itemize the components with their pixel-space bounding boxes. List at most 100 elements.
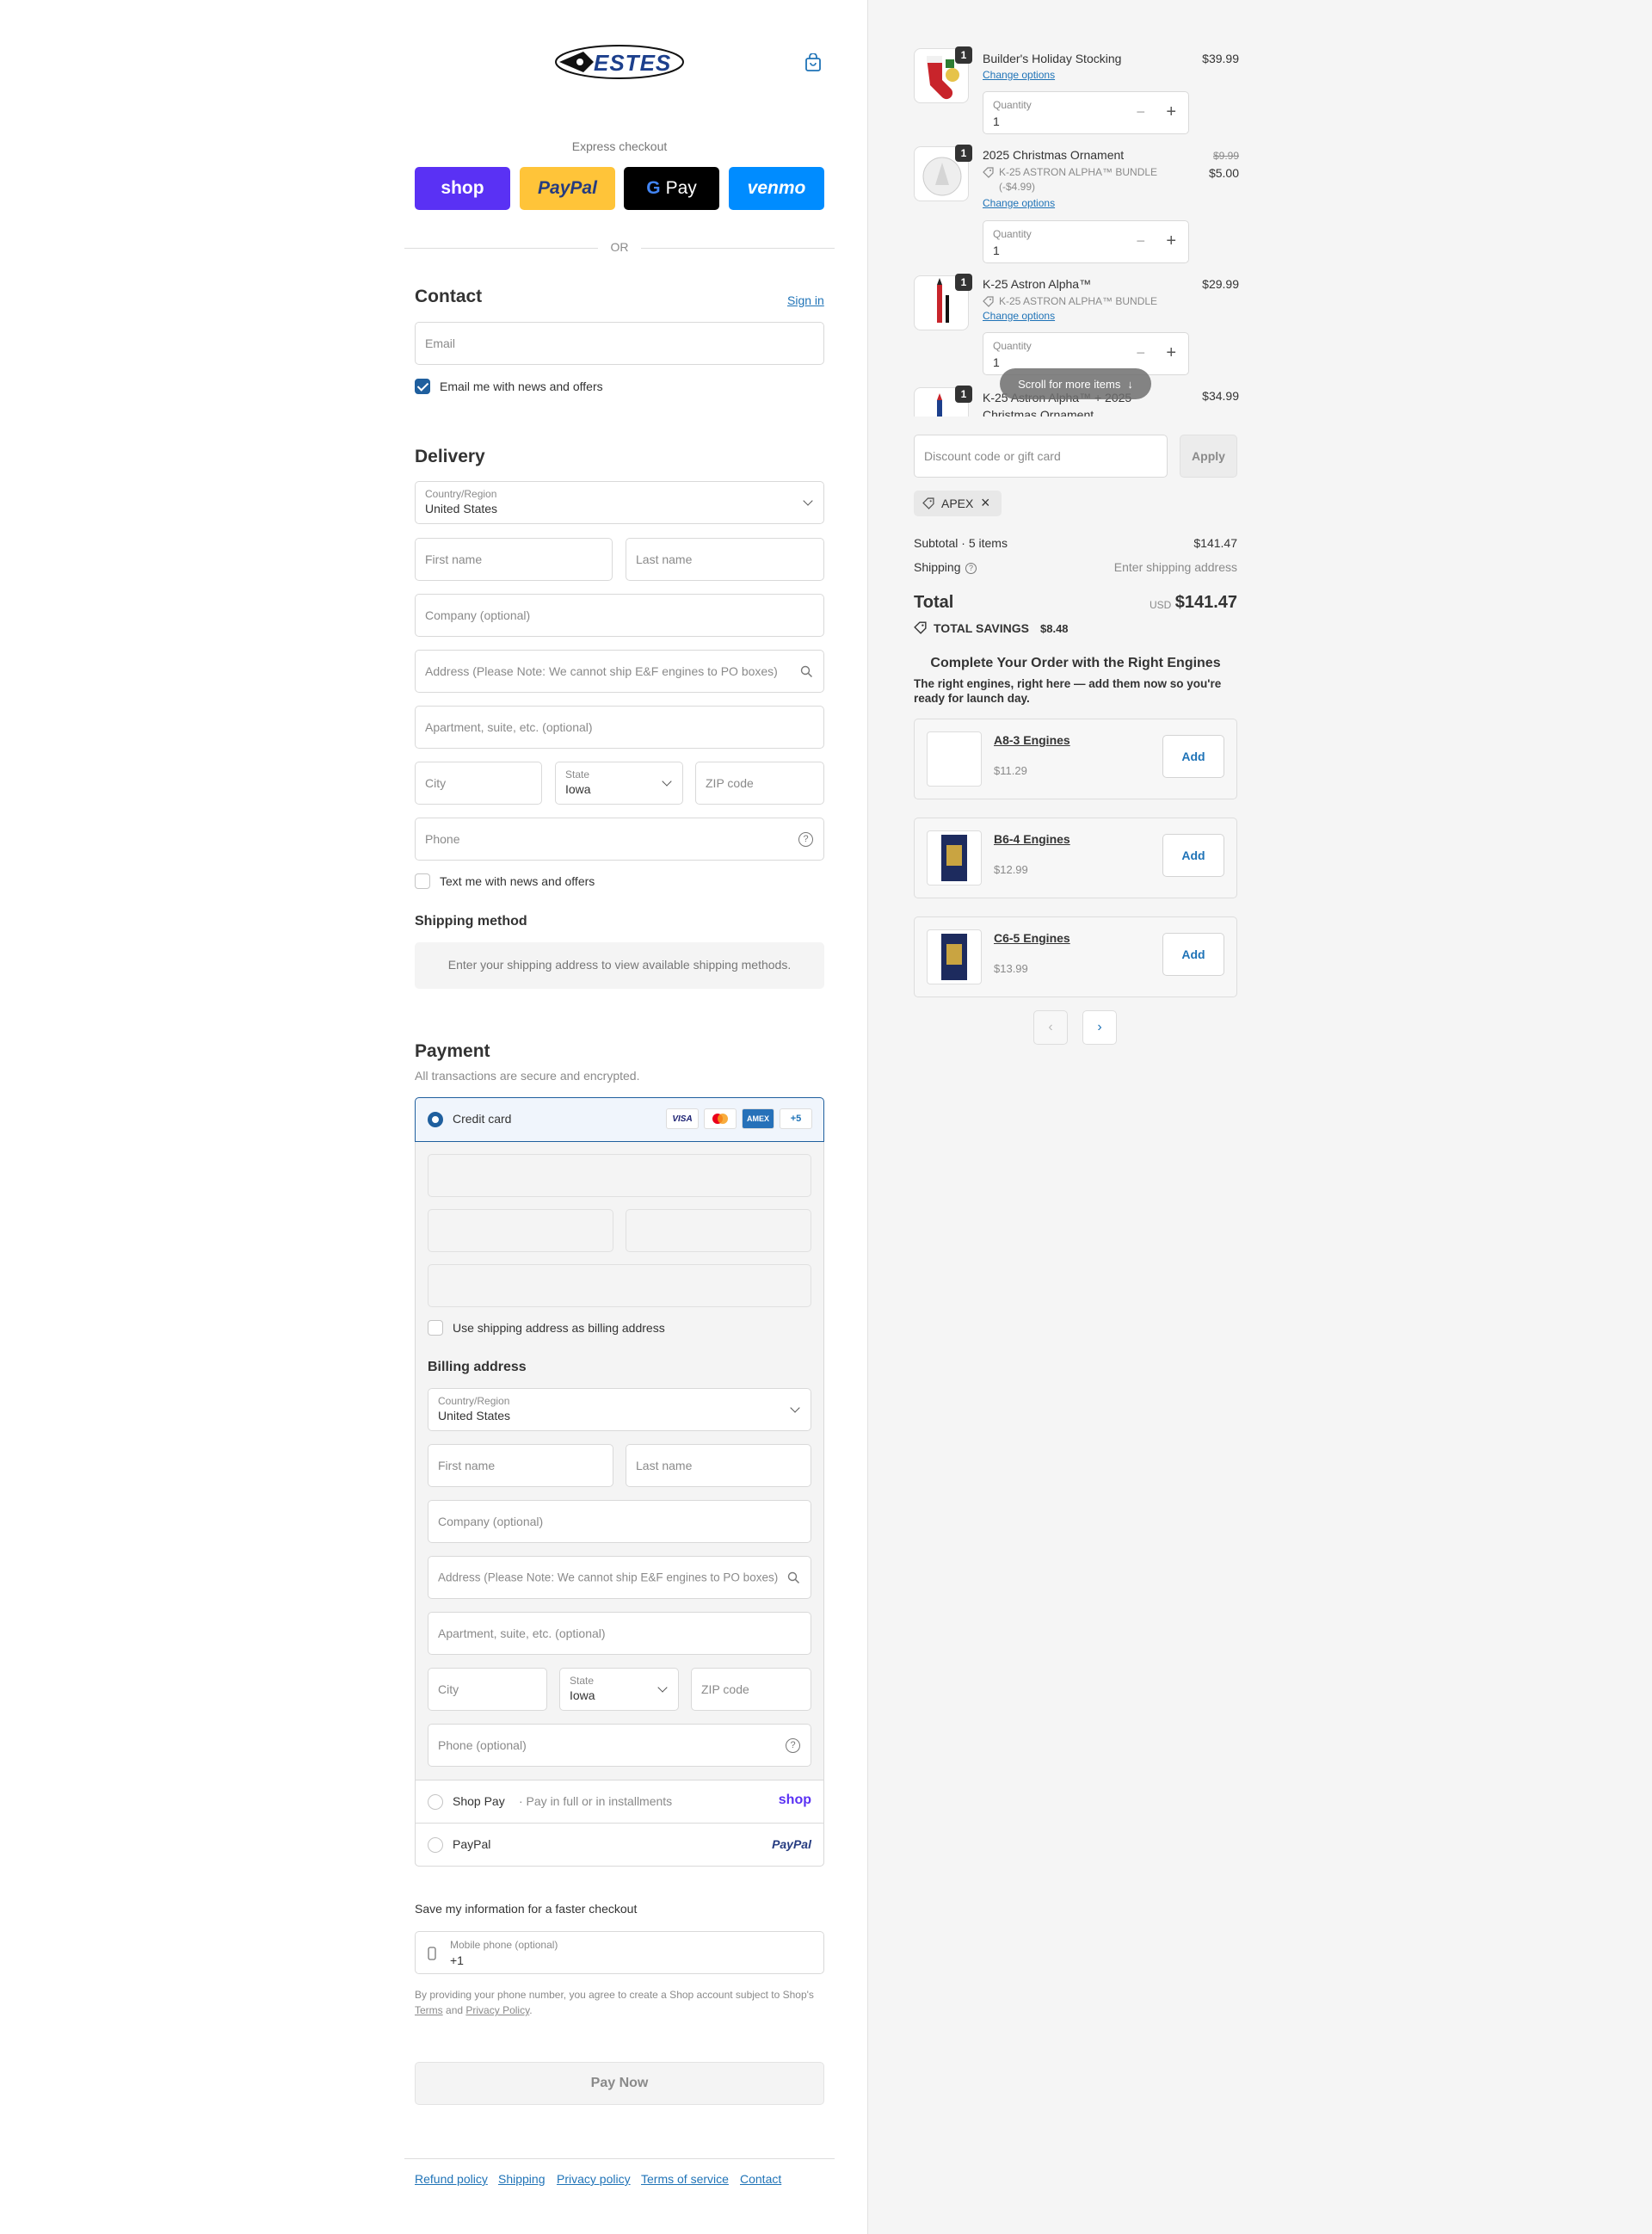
- plus-icon[interactable]: +: [1166, 231, 1176, 251]
- privacy-policy-link[interactable]: Privacy Policy: [465, 2004, 529, 2016]
- carousel-next-button[interactable]: ›: [1082, 1010, 1117, 1045]
- change-options-link[interactable]: Change options: [983, 69, 1055, 81]
- company-field[interactable]: Company (optional): [415, 594, 824, 637]
- plus-icon[interactable]: +: [1166, 343, 1176, 363]
- add-upsell-button[interactable]: Add: [1162, 735, 1224, 778]
- paypal-button[interactable]: PayPal: [520, 167, 615, 210]
- address-field[interactable]: Address (Please Note: We cannot ship E&F…: [415, 650, 824, 693]
- shipping-policy-link[interactable]: Shipping: [498, 2172, 546, 2186]
- billing-apartment-field[interactable]: Apartment, suite, etc. (optional): [428, 1612, 811, 1655]
- add-upsell-button[interactable]: Add: [1162, 933, 1224, 976]
- billing-state-value: Iowa: [570, 1688, 595, 1702]
- google-pay-button[interactable]: G Pay: [624, 167, 719, 210]
- upsell-product-name[interactable]: B6-4 Engines: [994, 832, 1070, 846]
- paypal-option[interactable]: PayPal PayPal: [415, 1823, 824, 1867]
- help-icon[interactable]: ?: [786, 1738, 800, 1753]
- billing-last-name-field[interactable]: Last name: [626, 1444, 811, 1487]
- quantity-stepper[interactable]: Quantity 1 − +: [983, 220, 1189, 263]
- estes-logo[interactable]: ESTES: [554, 43, 685, 81]
- state-label: State: [565, 768, 590, 781]
- minus-icon[interactable]: −: [1136, 344, 1145, 362]
- minus-icon[interactable]: −: [1136, 232, 1145, 250]
- contact-link[interactable]: Contact: [740, 2172, 781, 2186]
- card-expiry-field[interactable]: [428, 1209, 613, 1252]
- discount-code-field[interactable]: Discount code or gift card: [914, 435, 1168, 478]
- upsell-product-name[interactable]: C6-5 Engines: [994, 931, 1070, 945]
- card-security-field[interactable]: [626, 1209, 811, 1252]
- remove-discount-icon[interactable]: ×: [981, 494, 990, 512]
- chevron-down-icon: [803, 496, 813, 506]
- scroll-more-button[interactable]: Scroll for more items ↓: [1000, 368, 1151, 399]
- mobile-phone-label: Mobile phone (optional): [450, 1939, 558, 1951]
- pay-now-button[interactable]: Pay Now: [415, 2062, 824, 2105]
- paypal-label: PayPal: [538, 178, 597, 198]
- newsletter-checkbox[interactable]: [415, 379, 430, 394]
- cart-items-list[interactable]: 1 Builder's Holiday Stocking Change opti…: [914, 41, 1239, 417]
- apartment-field[interactable]: Apartment, suite, etc. (optional): [415, 706, 824, 749]
- add-upsell-button[interactable]: Add: [1162, 834, 1224, 877]
- terms-of-service-link[interactable]: Terms of service: [641, 2172, 729, 2186]
- privacy-policy-footer-link[interactable]: Privacy policy: [557, 2172, 631, 2186]
- shop-pay-radio[interactable]: [428, 1794, 443, 1810]
- carousel-prev-button[interactable]: ‹: [1033, 1010, 1068, 1045]
- billing-first-name-field[interactable]: First name: [428, 1444, 613, 1487]
- billing-company-field[interactable]: Company (optional): [428, 1500, 811, 1543]
- total-savings-label: TOTAL SAVINGS: [934, 621, 1029, 635]
- change-options-link[interactable]: Change options: [983, 197, 1055, 209]
- use-shipping-label: Use shipping address as billing address: [453, 1321, 665, 1335]
- paypal-radio[interactable]: [428, 1837, 443, 1853]
- quantity-stepper[interactable]: Quantity 1 − +: [983, 91, 1189, 134]
- help-icon[interactable]: ?: [798, 832, 813, 847]
- chevron-down-icon: [657, 1682, 668, 1693]
- shop-pay-option[interactable]: Shop Pay · Pay in full or in installment…: [415, 1780, 824, 1823]
- change-options-link[interactable]: Change options: [983, 310, 1055, 322]
- card-number-field[interactable]: [428, 1154, 811, 1197]
- chevron-left-icon: ‹: [1048, 1020, 1053, 1034]
- billing-city-field[interactable]: City: [428, 1668, 547, 1711]
- state-value: Iowa: [565, 782, 591, 796]
- apply-button[interactable]: Apply: [1180, 435, 1237, 478]
- upsell-subheading: The right engines, right here — add them…: [914, 677, 1222, 705]
- applied-discount-chip[interactable]: APEX ×: [914, 491, 1002, 516]
- upsell-product-name[interactable]: A8-3 Engines: [994, 733, 1070, 747]
- upsell-product-price: $12.99: [994, 863, 1028, 876]
- payment-subtitle: All transactions are secure and encrypte…: [415, 1069, 640, 1083]
- venmo-button[interactable]: venmo: [729, 167, 824, 210]
- payment-heading: Payment: [415, 1041, 490, 1061]
- zip-field[interactable]: ZIP code: [695, 762, 824, 805]
- card-name-field[interactable]: [428, 1264, 811, 1307]
- phone-placeholder: Phone: [425, 832, 460, 846]
- city-field[interactable]: City: [415, 762, 542, 805]
- first-name-field[interactable]: First name: [415, 538, 613, 581]
- credit-card-radio[interactable]: [428, 1112, 443, 1127]
- help-icon[interactable]: ?: [965, 563, 977, 574]
- cart-item-price: $34.99: [1202, 389, 1239, 403]
- last-name-field[interactable]: Last name: [626, 538, 824, 581]
- country-select[interactable]: Country/Region United States: [415, 481, 824, 524]
- plus-icon[interactable]: +: [1166, 102, 1176, 122]
- minus-icon[interactable]: −: [1136, 103, 1145, 121]
- email-field[interactable]: Email: [415, 322, 824, 365]
- billing-state-select[interactable]: State Iowa: [559, 1668, 679, 1711]
- terms-link[interactable]: Terms: [415, 2004, 443, 2016]
- billing-address-field[interactable]: Address (Please Note: We cannot ship E&F…: [428, 1556, 811, 1599]
- paypal-option-label: PayPal: [453, 1837, 491, 1851]
- cart-bag-icon[interactable]: [804, 52, 822, 72]
- shop-pay-button[interactable]: shop: [415, 167, 510, 210]
- refund-policy-link[interactable]: Refund policy: [415, 2172, 488, 2186]
- or-divider-right: [641, 248, 835, 249]
- sms-checkbox[interactable]: [415, 873, 430, 889]
- billing-address-heading: Billing address: [428, 1360, 527, 1374]
- billing-zip-field[interactable]: ZIP code: [691, 1668, 811, 1711]
- mobile-phone-field[interactable]: Mobile phone (optional) +1: [415, 1931, 824, 1974]
- sign-in-link[interactable]: Sign in: [787, 293, 824, 307]
- phone-field[interactable]: Phone ?: [415, 818, 824, 861]
- state-select[interactable]: State Iowa: [555, 762, 683, 805]
- billing-phone-field[interactable]: Phone (optional) ?: [428, 1724, 811, 1767]
- legal-period: .: [529, 2004, 533, 2016]
- city-placeholder: City: [425, 776, 447, 790]
- logo-text: ESTES: [594, 50, 672, 76]
- billing-country-select[interactable]: Country/Region United States: [428, 1388, 811, 1431]
- apply-label: Apply: [1192, 449, 1225, 463]
- use-shipping-checkbox[interactable]: [428, 1320, 443, 1336]
